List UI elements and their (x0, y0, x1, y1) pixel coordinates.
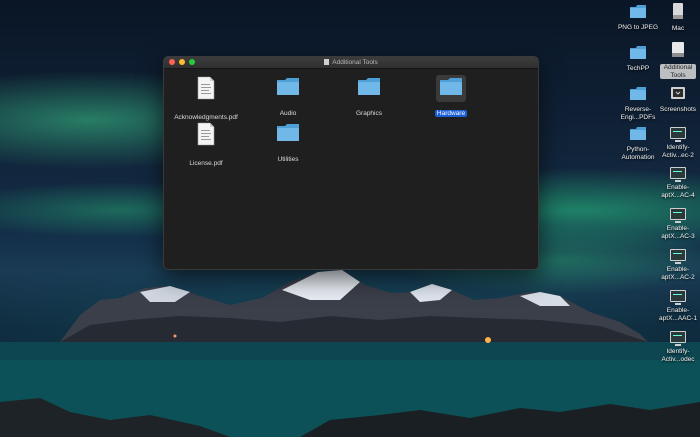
folder-icon (277, 78, 299, 95)
desktop-item-label: Enable-aptX...AAC-1 (659, 307, 697, 322)
folder-icon (630, 127, 646, 140)
desktop-item-label: Reverse-Engi...PDFs (620, 106, 656, 121)
window-title-text: Additional Tools (332, 59, 378, 66)
file-label: Hardware (434, 110, 468, 117)
folder-icon (358, 78, 380, 95)
desktop-item-python-automation[interactable]: Python-Automation (616, 126, 660, 161)
desktop-item-mac-drive[interactable]: Mac (656, 2, 700, 33)
hard-drive-icon (673, 3, 683, 19)
folder-item-utilities[interactable]: Utilities (248, 121, 328, 166)
desktop-item-reverse-engi-pdfs[interactable]: Reverse-Engi...PDFs (616, 86, 660, 121)
screenshot-thumbnail-icon (670, 331, 686, 346)
folder-icon (630, 46, 646, 59)
pdf-document-icon (197, 122, 215, 146)
folder-icon (440, 78, 462, 95)
file-label: Acknowledgments.pdf (174, 114, 238, 121)
desktop-item-label: PNG to JPEG (617, 24, 659, 31)
file-item-license[interactable]: License.pdf (166, 121, 246, 170)
folder-item-audio[interactable]: Audio (248, 75, 328, 120)
desktop-item-label: Screenshots (659, 106, 697, 113)
screenshot-thumbnail-icon (670, 290, 686, 305)
file-grid: Acknowledgments.pdf Audio Graphics Hardw… (164, 69, 538, 269)
desktop-item-png-to-jpeg[interactable]: PNG to JPEG (616, 4, 660, 32)
folder-icon (630, 87, 646, 100)
desktop-item-label: Enable-aptX...AC-4 (661, 184, 695, 199)
screenshot-thumbnail-icon (670, 167, 686, 182)
file-label: License.pdf (189, 160, 223, 167)
file-label: Utilities (277, 156, 299, 163)
desktop-item-label: Enable-aptX...AC-3 (661, 225, 695, 240)
desktop-item-label: Enable-aptX...AC-2 (661, 266, 695, 281)
desktop-item-enable-aptx-ac-3[interactable]: Enable-aptX...AC-3 (656, 207, 700, 240)
screenshot-thumbnail-icon (670, 249, 686, 264)
disk-image-icon (324, 59, 330, 65)
folder-icon (277, 124, 299, 141)
desktop-item-techpp[interactable]: TechPP (616, 45, 660, 73)
desktop-item-enable-aptx-ac-4[interactable]: Enable-aptX...AC-4 (656, 166, 700, 199)
desktop-item-label: Python-Automation (621, 146, 655, 161)
desktop-item-label: Identify-Activ...odec (661, 348, 695, 363)
desktop-item-label: TechPP (626, 65, 650, 72)
finder-window[interactable]: Additional Tools Acknowledgments.pdf Aud… (163, 56, 539, 270)
desktop-item-label: Mac (671, 25, 685, 32)
file-label: Graphics (355, 110, 382, 117)
file-item-acknowledgments[interactable]: Acknowledgments.pdf (166, 75, 246, 124)
desktop-item-enable-aptx-aac-1[interactable]: Enable-aptX...AAC-1 (656, 289, 700, 322)
screenshots-folder-icon (671, 87, 685, 99)
file-label: Audio (279, 110, 297, 117)
screenshot-thumbnail-icon (670, 208, 686, 223)
desktop-item-label: Identify-Activ...ec-2 (662, 144, 694, 159)
desktop-item-enable-aptx-ac-2[interactable]: Enable-aptX...AC-2 (656, 248, 700, 281)
desktop-item-label: Additional Tools (660, 64, 696, 79)
folder-item-graphics[interactable]: Graphics (329, 75, 409, 120)
desktop-item-identify-activ-odec[interactable]: Identify-Activ...odec (656, 330, 700, 363)
window-titlebar[interactable]: Additional Tools (164, 57, 538, 69)
folder-icon (630, 5, 646, 18)
desktop-item-additional-tools[interactable]: Additional Tools (656, 41, 700, 79)
pdf-document-icon (197, 76, 215, 100)
disk-image-icon (672, 42, 684, 57)
window-title: Additional Tools (164, 57, 538, 68)
screenshot-thumbnail-icon (670, 127, 686, 142)
folder-item-hardware[interactable]: Hardware (411, 75, 491, 120)
desktop-item-screenshots[interactable]: Screenshots (656, 86, 700, 114)
desktop-item-identify-activ-ec-2[interactable]: Identify-Activ...ec-2 (656, 126, 700, 159)
